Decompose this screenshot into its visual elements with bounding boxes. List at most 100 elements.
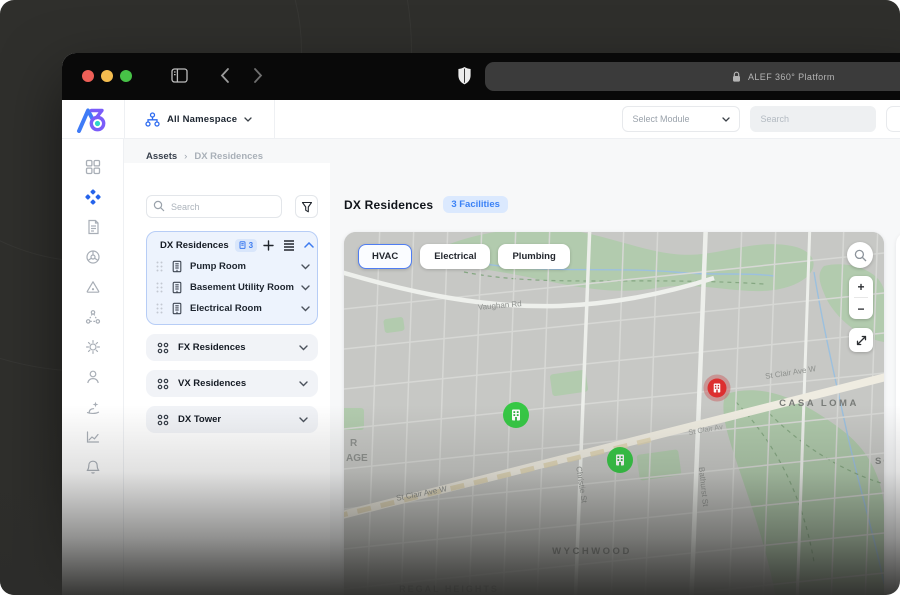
shield-icon[interactable] (457, 66, 472, 86)
add-icon[interactable] (263, 240, 274, 251)
map-label-partial-age: AGE (346, 453, 368, 464)
drag-handle-icon[interactable] (155, 281, 164, 294)
chevron-down-icon (299, 417, 308, 423)
breadcrumb-current: DX Residences (194, 151, 263, 162)
chevron-down-icon[interactable] (301, 306, 310, 312)
chevron-down-icon (722, 117, 730, 122)
chevron-up-icon[interactable] (304, 242, 314, 248)
map-canvas[interactable]: Vaughan Rd St Clair Ave W St Clair Ave W… (344, 232, 884, 595)
settings-icon[interactable] (62, 332, 123, 362)
tree-group-header[interactable]: DX Residences 3 (154, 234, 310, 256)
breadcrumb-separator: › (184, 151, 187, 162)
tree-item-electrical-room[interactable]: Electrical Room (154, 298, 310, 319)
address-url: ALEF 360° Platform (748, 72, 835, 82)
back-icon[interactable] (220, 67, 230, 84)
funnel-icon (301, 201, 313, 213)
fullscreen-map-button[interactable] (849, 328, 873, 352)
app-header: All Namespace Select Module AED (62, 100, 900, 139)
group-name: DX Tower (178, 414, 221, 425)
header-search-input[interactable] (750, 106, 876, 132)
group-name: FX Residences (178, 342, 246, 353)
breadcrumb-assets[interactable]: Assets (146, 151, 177, 162)
tree-group-dx-tower[interactable]: DX Tower (146, 406, 318, 433)
screenshot-canvas: ALEF 360° Platform (0, 0, 900, 595)
minimize-button[interactable] (101, 70, 113, 82)
chevron-down-icon[interactable] (301, 264, 310, 270)
map-card: Vaughan Rd St Clair Ave W St Clair Ave W… (344, 232, 884, 595)
map-label-partial-so: SO (875, 456, 884, 467)
namespace-selector[interactable]: All Namespace (125, 100, 275, 138)
filter-hvac-button[interactable]: HVAC (358, 244, 412, 269)
facility-count-badge: 3 (235, 239, 257, 252)
header-right: Select Module AED (622, 100, 900, 138)
tree-item-label: Basement Utility Room (190, 282, 294, 293)
map-label-casa-loma: CASA LOMA (779, 398, 859, 409)
main-panel: DX Residences 3 Facilities (330, 163, 900, 595)
currency-button[interactable]: AED (886, 106, 900, 132)
list-view-icon[interactable] (283, 239, 295, 251)
namespace-icon (145, 112, 160, 127)
app-root: All Namespace Select Module AED (62, 100, 900, 595)
forward-icon[interactable] (253, 67, 263, 84)
compliance-icon[interactable] (62, 242, 123, 272)
tree-item-label: Pump Room (190, 261, 246, 272)
chevron-down-icon[interactable] (301, 285, 310, 291)
building-icon (171, 260, 183, 273)
users-icon[interactable] (62, 362, 123, 392)
badge-count: 3 (249, 241, 253, 250)
hierarchy-icon[interactable] (62, 302, 123, 332)
tree-item-basement-utility-room[interactable]: Basement Utility Room (154, 277, 310, 298)
facilities-badge: 3 Facilities (443, 196, 508, 213)
filter-plumbing-button[interactable]: Plumbing (498, 244, 569, 269)
tree-group-fx-residences[interactable]: FX Residences (146, 334, 318, 361)
chevron-down-icon (299, 381, 308, 387)
drag-handle-icon[interactable] (155, 260, 164, 273)
alerts-icon[interactable] (62, 272, 123, 302)
filter-electrical-button[interactable]: Electrical (420, 244, 490, 269)
chevron-down-icon (299, 345, 308, 351)
group-icon (156, 341, 170, 355)
expand-icon (855, 334, 868, 347)
app-body: Assets › DX Residences (62, 139, 900, 595)
tree-group-dx-residences: DX Residences 3 (146, 231, 318, 325)
filter-button[interactable] (295, 195, 318, 218)
browser-window: ALEF 360° Platform (62, 53, 900, 595)
tree-item-label: Electrical Room (190, 303, 262, 314)
tree-search-input[interactable] (146, 195, 282, 218)
close-button[interactable] (82, 70, 94, 82)
map-label-wychwood: WYCHWOOD (552, 546, 632, 557)
search-icon (854, 249, 867, 262)
group-icon (156, 413, 170, 427)
marker-facility-alert[interactable] (704, 375, 731, 402)
building-icon (171, 302, 183, 315)
content-area: Assets › DX Residences (124, 139, 900, 595)
chevron-down-icon (244, 117, 252, 122)
zoom-in-button[interactable]: + (849, 276, 873, 297)
assets-icon[interactable] (62, 182, 123, 212)
analytics-icon[interactable] (62, 422, 123, 452)
page-title: DX Residences (344, 198, 433, 212)
tree-item-pump-room[interactable]: Pump Room (154, 256, 310, 277)
marker-facility-normal[interactable] (503, 402, 529, 428)
address-bar[interactable]: ALEF 360° Platform (485, 62, 900, 91)
services-icon[interactable] (62, 392, 123, 422)
module-select[interactable]: Select Module (622, 106, 740, 132)
map-search-button[interactable] (847, 242, 873, 268)
group-name: DX Residences (160, 240, 229, 251)
namespace-label: All Namespace (167, 114, 237, 125)
marker-facility-normal[interactable] (607, 447, 633, 473)
map-filter-group: HVAC Electrical Plumbing (358, 244, 570, 269)
dashboard-icon[interactable] (62, 152, 123, 182)
zoom-control: + − (849, 276, 873, 319)
notifications-icon[interactable] (62, 452, 123, 482)
app-logo[interactable] (62, 100, 125, 138)
map-label-partial-r: R (350, 438, 358, 449)
documents-icon[interactable] (62, 212, 123, 242)
sidebar-toggle-icon[interactable] (171, 68, 188, 83)
fullscreen-button[interactable] (120, 70, 132, 82)
group-name: VX Residences (178, 378, 246, 389)
zoom-out-button[interactable]: − (849, 298, 873, 319)
drag-handle-icon[interactable] (155, 302, 164, 315)
lock-icon (731, 71, 742, 83)
tree-group-vx-residences[interactable]: VX Residences (146, 370, 318, 397)
